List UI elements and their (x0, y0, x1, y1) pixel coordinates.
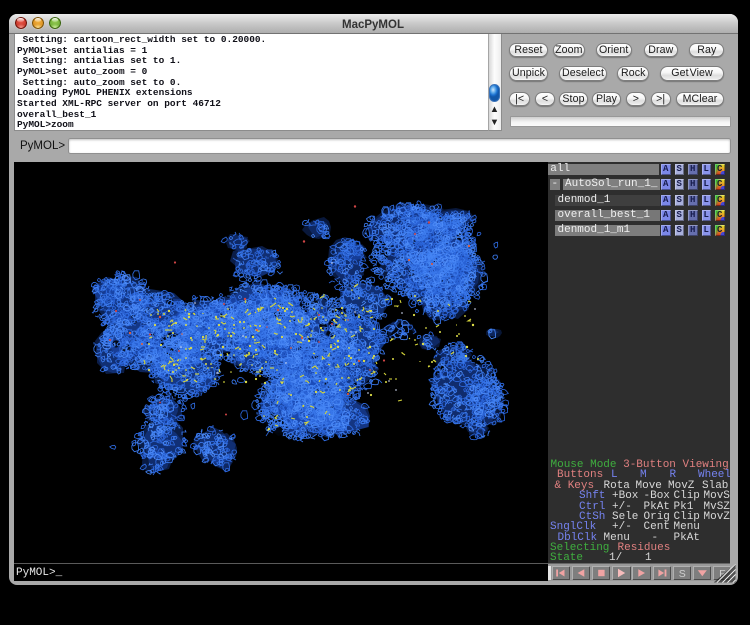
svg-text:S: S (678, 568, 685, 580)
